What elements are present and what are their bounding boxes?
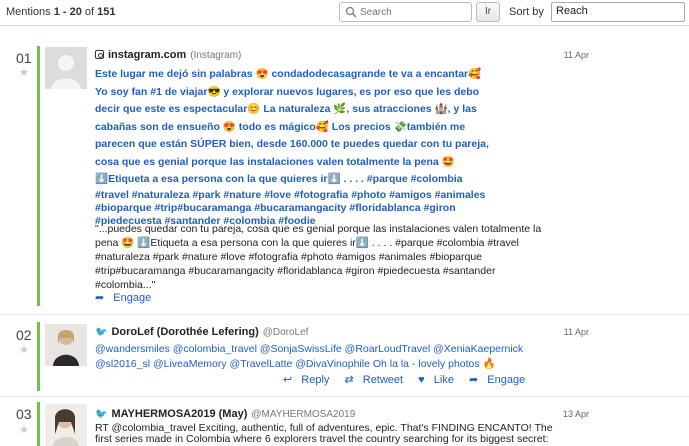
- user-placeholder-icon: [45, 47, 87, 89]
- engage-button[interactable]: ➦ Engage: [95, 292, 157, 304]
- share-icon: ➦: [95, 292, 105, 304]
- like-button[interactable]: ♥ Like: [418, 374, 460, 386]
- star-icon[interactable]: ★: [19, 66, 29, 79]
- reply-button[interactable]: ↩ Reply: [283, 374, 335, 386]
- mention-actions: ↩ Reply ⇄ Retweet ♥ Like ➦ Engage: [283, 373, 537, 386]
- heart-icon: ♥: [418, 374, 425, 386]
- share-icon: ➦: [469, 374, 479, 386]
- divider: [0, 396, 689, 397]
- divider: [0, 314, 689, 315]
- mention-date: 11 Apr: [563, 50, 589, 60]
- sentiment-bar: [37, 402, 40, 446]
- mention-text: RT @colombia_travel Exciting, authentic,…: [95, 422, 553, 445]
- mentions-toolbar: Mentions 1 - 20 of 151 Ir Sort by Reach: [0, 0, 689, 26]
- mention-actions: ➦ Engage: [95, 291, 163, 304]
- avatar: [45, 404, 87, 446]
- mentions-total: 151: [97, 6, 116, 18]
- sentiment-bar: [37, 322, 40, 391]
- search-icon: [345, 6, 357, 18]
- mentions-range: 1 - 20: [53, 6, 82, 18]
- sort-label: Sort by: [509, 6, 544, 18]
- search-box[interactable]: [339, 2, 472, 22]
- sentiment-bar: [37, 46, 40, 306]
- mention-source: 🐦 DoroLef (Dorothée Lefering) @DoroLef: [95, 326, 308, 338]
- mention-text: @wandersmiles @colombia_travel @SonjaSwi…: [95, 343, 524, 370]
- source-handle: (Instagram): [190, 50, 242, 61]
- mention-date: 13 Apr: [562, 409, 589, 419]
- star-icon[interactable]: ★: [19, 423, 29, 436]
- mention-number: 03: [16, 406, 32, 422]
- profile-photo: [45, 324, 87, 366]
- source-name[interactable]: DoroLef (Dorothée Lefering): [111, 326, 258, 338]
- mention-title[interactable]: Este lugar me dejó sin palabras 😍 condad…: [95, 66, 505, 228]
- mention-number: 01: [16, 50, 32, 66]
- profile-photo: [45, 404, 87, 446]
- mentions-count: Mentions 1 - 20 of 151: [6, 6, 116, 18]
- retweet-button[interactable]: ⇄ Retweet: [344, 374, 409, 386]
- reply-icon: ↩: [283, 374, 293, 386]
- engage-button[interactable]: ➦ Engage: [469, 374, 531, 386]
- instagram-icon: [95, 50, 104, 59]
- search-input[interactable]: [360, 5, 468, 20]
- source-handle: @DoroLef: [262, 327, 309, 338]
- twitter-icon: 🐦: [95, 327, 108, 338]
- mention-source: instagram.com (Instagram): [95, 49, 241, 61]
- search-button[interactable]: Ir: [476, 2, 500, 22]
- sort-select[interactable]: Reach: [551, 2, 685, 22]
- source-handle: @MAYHERMOSA2019: [251, 409, 356, 420]
- mention-date: 11 Apr: [563, 327, 589, 337]
- avatar: [45, 324, 87, 366]
- twitter-icon: 🐦: [95, 409, 108, 420]
- avatar: [45, 47, 87, 89]
- source-name[interactable]: MAYHERMOSA2019 (May): [111, 408, 247, 420]
- source-name[interactable]: instagram.com: [108, 49, 186, 61]
- mention-excerpt: "...puedes quedar con tu pareja, cosa qu…: [95, 223, 542, 291]
- mention-source: 🐦 MAYHERMOSA2019 (May) @MAYHERMOSA2019: [95, 408, 355, 420]
- retweet-icon: ⇄: [344, 374, 354, 386]
- star-icon[interactable]: ★: [19, 343, 29, 356]
- mention-number: 02: [16, 327, 32, 343]
